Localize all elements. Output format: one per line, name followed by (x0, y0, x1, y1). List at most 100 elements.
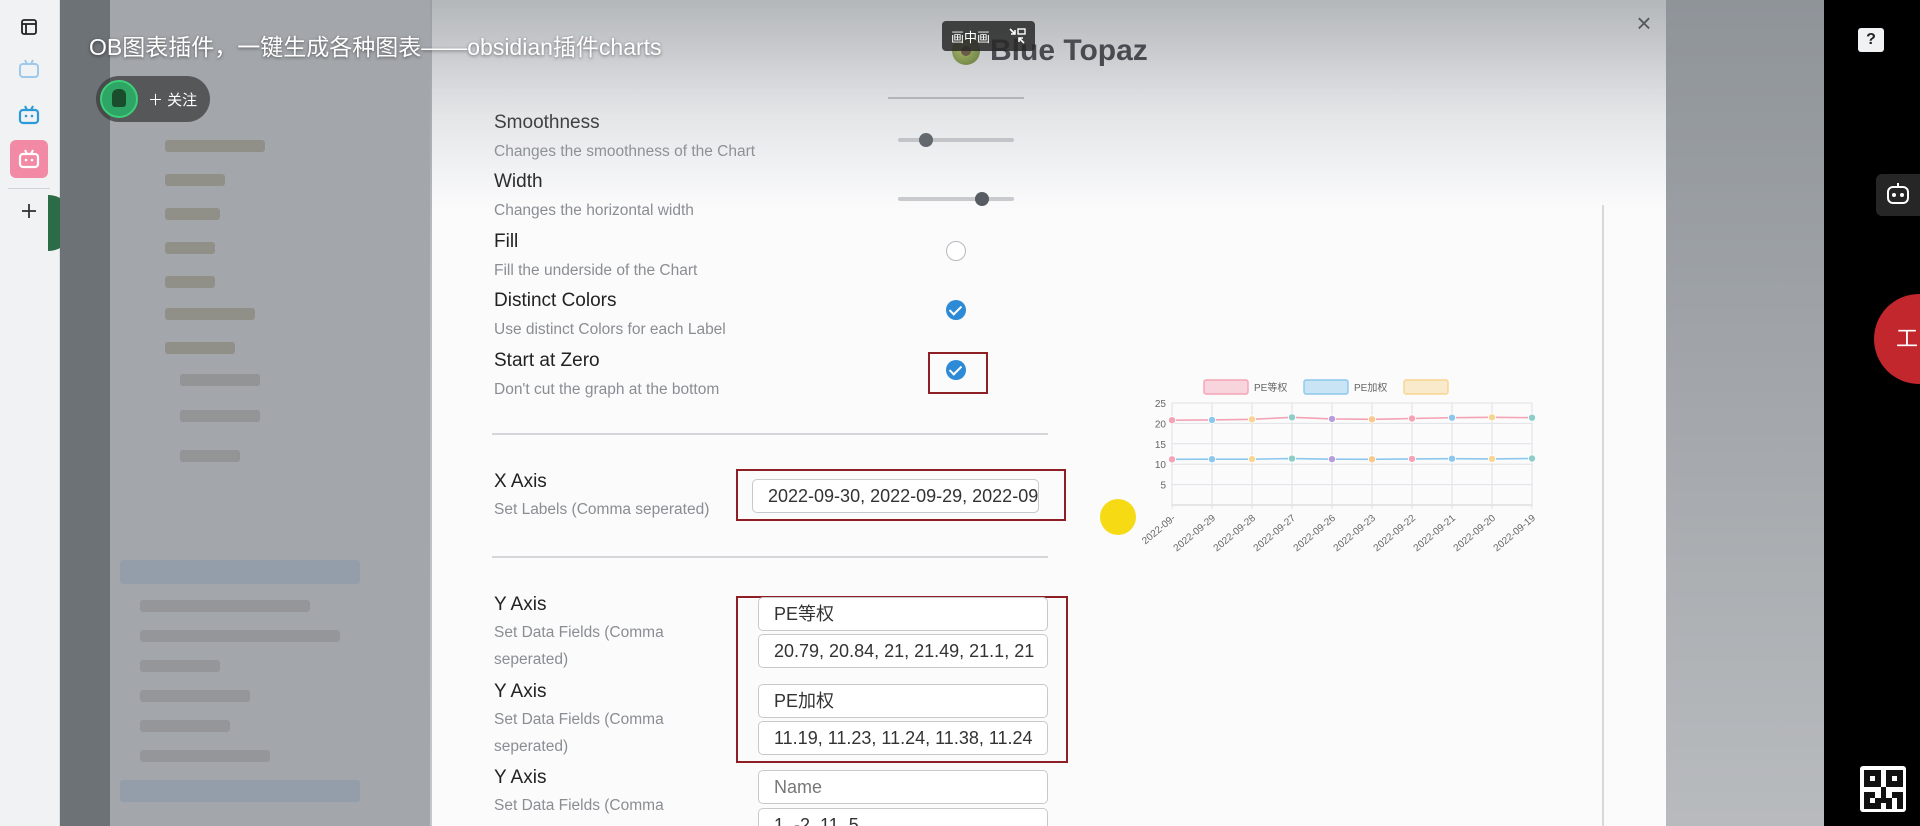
fill-title: Fill (494, 231, 519, 252)
data-point (1447, 413, 1456, 422)
x-tick-label: 2022-09-19 (1492, 513, 1539, 555)
y-axis-name-input[interactable]: Name (758, 770, 1048, 804)
data-point (1407, 454, 1416, 463)
x-tick-label: 2022-09-22 (1372, 513, 1419, 555)
tools-side-button[interactable]: 工 (1874, 294, 1920, 384)
y-axis-title: Y Axis (494, 681, 547, 702)
x-axis-desc: Set Labels (Comma seperated) (494, 501, 710, 518)
data-point (1527, 413, 1536, 422)
data-point (1367, 455, 1376, 464)
start-at-zero-title: Start at Zero (494, 350, 600, 371)
data-point (1168, 455, 1177, 464)
data-point (1367, 415, 1376, 424)
legend-swatch (1203, 379, 1249, 395)
x-axis-title: X Axis (494, 471, 547, 492)
y-tick-label: 20 (1155, 419, 1167, 430)
x-tick-label: 2022-09-27 (1252, 513, 1299, 555)
qr-cell (1897, 781, 1903, 787)
y-axis-desc: Set Data Fields (Comma (494, 797, 664, 814)
legend-label: PE等权 (1254, 381, 1287, 394)
robot-icon[interactable] (1876, 174, 1920, 216)
distinct-colors-title: Distinct Colors (494, 290, 617, 311)
follow-label: ＋ 关注 (148, 91, 198, 109)
qr-cell (1897, 803, 1903, 809)
legend-label: PE加权 (1354, 381, 1387, 394)
avatar[interactable] (100, 80, 138, 118)
bilibili-tab-icon[interactable] (10, 96, 48, 134)
data-point (1447, 454, 1456, 463)
data-point (1407, 414, 1416, 423)
fill-toggle[interactable] (946, 241, 966, 261)
video-letterbox (1824, 0, 1872, 826)
data-point (1287, 413, 1296, 422)
data-point (1248, 455, 1257, 464)
x-axis-labels-input[interactable]: 2022-09-30, 2022-09-29, 2022-09-28, 2022… (752, 479, 1039, 513)
y-axis-values-input[interactable]: 11.19, 11.23, 11.24, 11.38, 11.24 (758, 721, 1048, 755)
distinct-colors-desc: Use distinct Colors for each Label (494, 321, 726, 338)
slider-knob[interactable] (918, 133, 933, 147)
data-point (1208, 415, 1217, 424)
data-point (1487, 413, 1496, 422)
y-axis-name-input[interactable]: PE加权 (758, 684, 1048, 718)
follow-button[interactable]: ＋ 关注 (96, 76, 210, 122)
section-divider (492, 556, 1048, 558)
previous-setting-control (888, 97, 1024, 99)
data-point (1248, 415, 1257, 424)
width-title: Width (494, 171, 543, 192)
fill-desc: Fill the underside of the Chart (494, 262, 698, 279)
start-at-zero-desc: Don't cut the graph at the bottom (494, 381, 720, 398)
help-icon[interactable]: ? (1858, 28, 1884, 52)
width-desc: Changes the horizontal width (494, 202, 694, 219)
data-point (1527, 454, 1536, 463)
x-tick-label: 2022-09-23 (1332, 513, 1379, 555)
smoothness-title: Smoothness (494, 112, 600, 133)
x-tick-label: 2022-09-21 (1412, 513, 1459, 555)
width-slider[interactable] (898, 192, 1014, 206)
y-axis-title: Y Axis (494, 767, 547, 788)
bilibili-active-tab-icon[interactable] (10, 140, 48, 178)
browser-sidebar (0, 0, 60, 826)
x-tick-label: 2022-09- (1140, 513, 1178, 547)
slider-knob[interactable] (974, 192, 989, 206)
data-point (1287, 454, 1296, 463)
mouse-cursor-highlight (1100, 499, 1136, 535)
y-tick-label: 15 (1155, 440, 1167, 451)
y-axis-desc: Set Data Fields (Comma seperated) (494, 711, 664, 755)
qr-cell (1886, 803, 1892, 809)
picture-in-picture-button[interactable]: 画中画 (942, 21, 1035, 51)
x-tick-label: 2022-09-26 (1292, 513, 1339, 555)
video-title: OB图表插件，一键生成各种图表——obsidian插件charts (89, 34, 662, 60)
smoothness-slider[interactable] (898, 133, 1014, 147)
legend-swatch (1403, 379, 1449, 395)
bilibili-tab-icon[interactable] (10, 50, 48, 88)
qr-cell (1875, 803, 1881, 809)
series-line (1171, 416, 1533, 421)
section-divider (492, 433, 1048, 435)
y-axis-name-input[interactable]: PE等权 (758, 597, 1048, 631)
video-player[interactable]: Blue Topaz × Smoothness Changes the smoo… (60, 0, 1872, 826)
distinct-colors-checkbox[interactable] (946, 300, 966, 320)
close-icon[interactable]: × (1629, 8, 1659, 38)
qr-code-icon[interactable] (1860, 766, 1906, 812)
data-point (1327, 455, 1336, 464)
smoothness-desc: Changes the smoothness of the Chart (494, 143, 756, 160)
y-axis-values-input[interactable]: 20.79, 20.84, 21, 21.49, 21.1, 21 (758, 634, 1048, 668)
tabs-icon[interactable] (10, 8, 48, 46)
chart-preview: PE等权 PE加权5101520252022-09-2022-09-292022-… (1140, 379, 1539, 555)
y-tick-label: 5 (1160, 481, 1166, 492)
add-tab-icon[interactable] (10, 192, 48, 230)
preview-divider (1602, 205, 1604, 826)
series-line (1171, 457, 1533, 461)
pip-exit-icon (1009, 28, 1026, 44)
screen: Blue Topaz × Smoothness Changes the smoo… (0, 0, 1920, 826)
y-axis-title: Y Axis (494, 594, 547, 615)
y-tick-label: 10 (1155, 460, 1167, 471)
x-tick-label: 2022-09-20 (1452, 513, 1499, 555)
data-point (1168, 416, 1177, 425)
y-axis-values-input[interactable]: 1, -2, 11, 5 (758, 808, 1048, 826)
sidebar-divider (8, 188, 50, 189)
y-tick-label: 25 (1155, 399, 1167, 410)
y-axis-desc: Set Data Fields (Comma seperated) (494, 624, 664, 668)
start-at-zero-checkbox[interactable] (946, 360, 966, 380)
legend-swatch (1303, 379, 1349, 395)
